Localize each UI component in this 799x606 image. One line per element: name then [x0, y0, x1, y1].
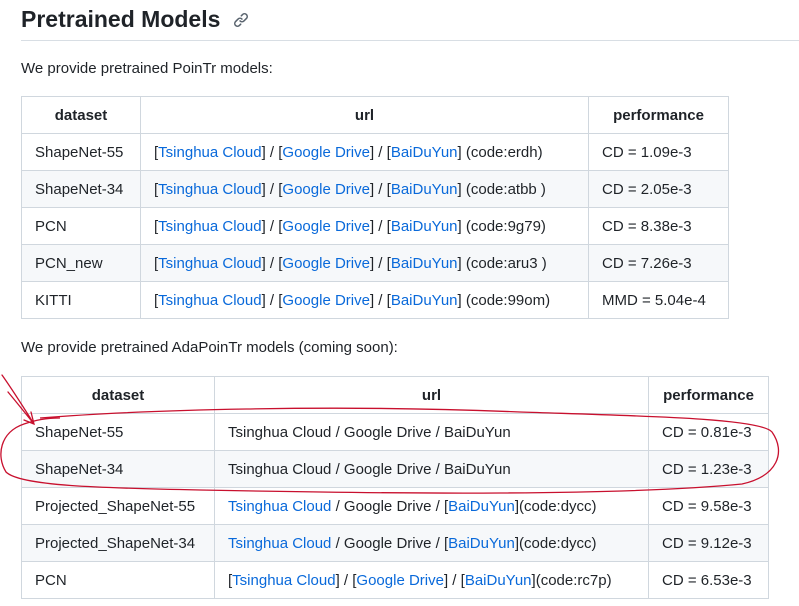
google-drive-link[interactable]: Google Drive — [282, 218, 370, 235]
tsinghua-cloud-link[interactable]: Tsinghua Cloud — [228, 498, 331, 515]
intro-adapointr: We provide pretrained AdaPoinTr models (… — [21, 339, 398, 356]
performance-cell: CD = 0.81e-3 — [648, 413, 769, 451]
tsinghua-cloud-link[interactable]: Tsinghua Cloud — [158, 218, 261, 235]
dataset-cell: ShapeNet-34 — [21, 170, 141, 208]
performance-cell: CD = 2.05e-3 — [588, 170, 729, 208]
access-code: (code:rc7p) — [535, 571, 612, 589]
dataset-cell: PCN — [21, 207, 141, 245]
intro-pointr: We provide pretrained PoinTr models: — [21, 60, 273, 77]
url-cell: Tsinghua Cloud / Google Drive / BaiDuYun — [214, 450, 649, 488]
pointr-models-table: dataset url performance ShapeNet-55 [Tsi… — [21, 96, 729, 319]
baiduyun-link[interactable]: BaiDuYun — [391, 218, 458, 235]
dataset-cell: KITTI — [21, 281, 141, 319]
section-heading: Pretrained Models — [21, 4, 799, 41]
performance-cell: CD = 9.12e-3 — [648, 524, 769, 562]
url-cell: [Tsinghua Cloud] / [Google Drive] / [Bai… — [140, 244, 589, 282]
table-row: KITTI [Tsinghua Cloud] / [Google Drive] … — [21, 281, 729, 319]
google-drive-link[interactable]: Google Drive — [282, 181, 370, 198]
dataset-cell: PCN_new — [21, 244, 141, 282]
performance-cell: CD = 7.26e-3 — [588, 244, 729, 282]
link-icon[interactable] — [233, 12, 249, 33]
url-cell: [Tsinghua Cloud] / [Google Drive] / [Bai… — [140, 133, 589, 171]
table-row: ShapeNet-55 [Tsinghua Cloud] / [Google D… — [21, 133, 729, 171]
performance-cell: CD = 1.09e-3 — [588, 133, 729, 171]
page-title: Pretrained Models — [21, 6, 221, 32]
google-drive-link[interactable]: Google Drive — [356, 572, 444, 589]
adapointr-models-table: dataset url performance ShapeNet-55 Tsin… — [21, 376, 769, 599]
tsinghua-cloud-link[interactable]: Tsinghua Cloud — [228, 535, 331, 552]
table-row: PCN [Tsinghua Cloud] / [Google Drive] / … — [21, 207, 729, 245]
access-code: (code:99om) — [465, 291, 551, 309]
table-row: PCN [Tsinghua Cloud] / [Google Drive] / … — [21, 561, 769, 599]
table-row: ShapeNet-34 Tsinghua Cloud / Google Driv… — [21, 450, 769, 488]
table-row: ShapeNet-55 Tsinghua Cloud / Google Driv… — [21, 413, 769, 451]
tsinghua-cloud-link[interactable]: Tsinghua Cloud — [158, 292, 261, 309]
access-code: ](code:dycc) — [514, 497, 597, 515]
performance-cell: CD = 9.58e-3 — [648, 487, 769, 525]
dataset-cell: Projected_ShapeNet-55 — [21, 487, 215, 525]
baiduyun-link[interactable]: BaiDuYun — [448, 498, 515, 515]
google-drive-link[interactable]: Google Drive — [282, 144, 370, 161]
dataset-cell: ShapeNet-34 — [21, 450, 215, 488]
column-header-performance: performance — [648, 376, 769, 414]
tsinghua-cloud-link[interactable]: Tsinghua Cloud — [158, 144, 261, 161]
access-code: (code:erdh) — [465, 143, 543, 161]
access-code: (code:aru3 ) — [465, 254, 547, 272]
url-separator-text: / Google Drive / [ — [331, 534, 449, 552]
table-row: ShapeNet-34 [Tsinghua Cloud] / [Google D… — [21, 170, 729, 208]
dataset-cell: PCN — [21, 561, 215, 599]
baiduyun-link[interactable]: BaiDuYun — [448, 535, 515, 552]
performance-cell: CD = 8.38e-3 — [588, 207, 729, 245]
tsinghua-cloud-link[interactable]: Tsinghua Cloud — [158, 181, 261, 198]
url-cell: [Tsinghua Cloud] / [Google Drive] / [Bai… — [140, 170, 589, 208]
url-cell: Tsinghua Cloud / Google Drive / [BaiDuYu… — [214, 524, 649, 562]
url-cell: [Tsinghua Cloud] / [Google Drive] / [Bai… — [140, 207, 589, 245]
google-drive-link[interactable]: Google Drive — [282, 292, 370, 309]
performance-cell: CD = 1.23e-3 — [648, 450, 769, 488]
baiduyun-link[interactable]: BaiDuYun — [391, 255, 458, 272]
column-header-performance: performance — [588, 96, 729, 134]
performance-cell: CD = 6.53e-3 — [648, 561, 769, 599]
dataset-cell: ShapeNet-55 — [21, 133, 141, 171]
access-code: (code:atbb ) — [465, 180, 546, 198]
tsinghua-cloud-link[interactable]: Tsinghua Cloud — [158, 255, 261, 272]
baiduyun-link[interactable]: BaiDuYun — [465, 572, 532, 589]
baiduyun-link[interactable]: BaiDuYun — [391, 292, 458, 309]
baiduyun-link[interactable]: BaiDuYun — [391, 144, 458, 161]
performance-cell: MMD = 5.04e-4 — [588, 281, 729, 319]
tsinghua-cloud-link[interactable]: Tsinghua Cloud — [232, 572, 335, 589]
baiduyun-link[interactable]: BaiDuYun — [391, 181, 458, 198]
table-row: Projected_ShapeNet-55 Tsinghua Cloud / G… — [21, 487, 769, 525]
access-code: ](code:dycc) — [514, 534, 597, 552]
google-drive-link[interactable]: Google Drive — [282, 255, 370, 272]
column-header-url: url — [140, 96, 589, 134]
column-header-url: url — [214, 376, 649, 414]
url-cell: [Tsinghua Cloud] / [Google Drive] / [Bai… — [140, 281, 589, 319]
url-separator-text: / Google Drive / [ — [331, 497, 449, 515]
column-header-dataset: dataset — [21, 376, 215, 414]
dataset-cell: Projected_ShapeNet-34 — [21, 524, 215, 562]
dataset-cell: ShapeNet-55 — [21, 413, 215, 451]
table-row: PCN_new [Tsinghua Cloud] / [Google Drive… — [21, 244, 729, 282]
table-row: Projected_ShapeNet-34 Tsinghua Cloud / G… — [21, 524, 769, 562]
url-cell: Tsinghua Cloud / Google Drive / BaiDuYun — [214, 413, 649, 451]
access-code: (code:9g79) — [465, 217, 546, 235]
column-header-dataset: dataset — [21, 96, 141, 134]
url-cell: [Tsinghua Cloud] / [Google Drive] / [Bai… — [214, 561, 649, 599]
url-cell: Tsinghua Cloud / Google Drive / [BaiDuYu… — [214, 487, 649, 525]
